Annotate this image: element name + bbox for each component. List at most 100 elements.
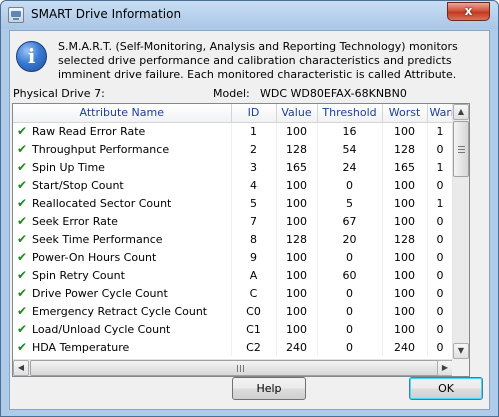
attribute-id: 9 [231, 248, 277, 266]
attribute-threshold: 0 [317, 176, 383, 194]
attribute-name: Load/Unload Cycle Count [32, 323, 171, 336]
grip-icon [237, 365, 244, 372]
attribute-name: Drive Power Cycle Count [32, 287, 168, 300]
attribute-threshold: 0 [317, 284, 383, 302]
column-header-id[interactable]: ID [231, 104, 277, 123]
attribute-worst: 100 [382, 302, 428, 320]
scroll-right-icon[interactable]: ▶ [437, 360, 453, 376]
table-row[interactable]: ✔ Emergency Retract Cycle Count C0 100 0 100 0 [13, 302, 454, 320]
drive-app-icon [8, 7, 24, 23]
vertical-scrollbar[interactable]: ▲ ▼ [452, 104, 469, 359]
table-row[interactable]: ✔ Reallocated Sector Count 5 100 5 100 1 [13, 194, 454, 212]
attribute-warranty: 0 [427, 140, 454, 158]
attribute-worst: 100 [382, 194, 428, 212]
attribute-id: 4 [231, 176, 277, 194]
attribute-warranty: 0 [427, 320, 454, 338]
attribute-value: 128 [276, 230, 318, 248]
attribute-worst: 100 [382, 248, 428, 266]
attribute-warranty: 0 [427, 338, 454, 356]
column-header-value[interactable]: Value [276, 104, 318, 123]
table-row[interactable]: ✔ HDA Temperature C2 240 0 240 0 [13, 338, 454, 356]
ok-button[interactable]: OK [409, 377, 483, 400]
attribute-warranty: 0 [427, 284, 454, 302]
ok-check-icon: ✔ [17, 160, 28, 174]
close-button[interactable]: x [447, 2, 490, 21]
attribute-rows: ✔ Raw Read Error Rate 1 100 16 100 1 ✔ Throughp… [13, 122, 454, 356]
attribute-worst: 100 [382, 176, 428, 194]
attribute-threshold: 0 [317, 302, 383, 320]
scroll-up-icon[interactable]: ▲ [453, 104, 469, 120]
attribute-value: 100 [276, 122, 318, 140]
help-button[interactable]: Help [232, 377, 306, 400]
table-row[interactable]: ✔ Start/Stop Count 4 100 0 100 0 [13, 176, 454, 194]
table-row[interactable]: ✔ Power-On Hours Count 9 100 0 100 0 [13, 248, 454, 266]
window-title: SMART Drive Information [31, 7, 182, 21]
ok-check-icon: ✔ [17, 178, 28, 192]
attribute-name: Emergency Retract Cycle Count [32, 305, 208, 318]
attribute-threshold: 67 [317, 212, 383, 230]
table-row[interactable]: ✔ Spin Retry Count A 100 60 100 0 [13, 266, 454, 284]
attribute-value: 100 [276, 248, 318, 266]
attribute-worst: 100 [382, 122, 428, 140]
attribute-worst: 100 [382, 320, 428, 338]
horizontal-scrollbar[interactable]: ◀ ▶ [13, 359, 453, 376]
scroll-corner [452, 359, 469, 376]
attribute-name: Seek Error Rate [32, 215, 118, 228]
attribute-value: 165 [276, 158, 318, 176]
column-header-worst[interactable]: Worst [382, 104, 428, 123]
title-bar[interactable]: SMART Drive Information x [1, 1, 498, 29]
table-row[interactable]: ✔ Seek Time Performance 8 128 20 128 0 [13, 230, 454, 248]
table-row[interactable]: ✔ Raw Read Error Rate 1 100 16 100 1 [13, 122, 454, 140]
attribute-threshold: 0 [317, 320, 383, 338]
table-row[interactable]: ✔ Load/Unload Cycle Count C1 100 0 100 0 [13, 320, 454, 338]
table-row[interactable]: ✔ Drive Power Cycle Count C 100 0 100 0 [13, 284, 454, 302]
horizontal-scroll-thumb[interactable] [30, 360, 450, 376]
attribute-value: 240 [276, 338, 318, 356]
column-header-threshold[interactable]: Threshold [317, 104, 383, 123]
scroll-left-icon[interactable]: ◀ [13, 360, 29, 376]
table-header-row: Attribute Name ID Value Threshold Worst … [13, 104, 454, 123]
ok-check-icon: ✔ [17, 268, 28, 282]
attribute-table: Attribute Name ID Value Threshold Worst … [13, 104, 454, 356]
attribute-warranty: 0 [427, 248, 454, 266]
table-row[interactable]: ✔ Spin Up Time 3 165 24 165 1 [13, 158, 454, 176]
attribute-warranty: 1 [427, 158, 454, 176]
attribute-name: Spin Up Time [32, 161, 105, 174]
attribute-name: Seek Time Performance [32, 233, 163, 246]
column-header-attribute-name[interactable]: Attribute Name [13, 104, 232, 123]
ok-check-icon: ✔ [17, 286, 28, 300]
attribute-warranty: 0 [427, 266, 454, 284]
ok-check-icon: ✔ [17, 322, 28, 336]
attribute-worst: 128 [382, 230, 428, 248]
column-header-warranty[interactable]: Warranty [427, 104, 454, 123]
ok-check-icon: ✔ [17, 304, 28, 318]
attribute-warranty: 0 [427, 212, 454, 230]
table-row[interactable]: ✔ Throughput Performance 2 128 54 128 0 [13, 140, 454, 158]
attribute-id: C2 [231, 338, 277, 356]
grip-icon [458, 146, 465, 153]
attribute-name: Throughput Performance [32, 143, 170, 156]
scroll-down-icon[interactable]: ▼ [453, 343, 469, 359]
ok-check-icon: ✔ [17, 250, 28, 264]
attribute-value: 100 [276, 320, 318, 338]
attribute-threshold: 60 [317, 266, 383, 284]
attribute-name: Power-On Hours Count [32, 251, 157, 264]
attribute-id: 7 [231, 212, 277, 230]
attribute-worst: 165 [382, 158, 428, 176]
attribute-value: 100 [276, 194, 318, 212]
table-row[interactable]: ✔ Seek Error Rate 7 100 67 100 0 [13, 212, 454, 230]
ok-check-icon: ✔ [17, 124, 28, 139]
attribute-threshold: 0 [317, 248, 383, 266]
attribute-warranty: 1 [427, 194, 454, 212]
ok-check-icon: ✔ [17, 214, 28, 228]
vertical-scroll-thumb[interactable] [453, 121, 469, 177]
attribute-worst: 100 [382, 284, 428, 302]
attribute-value: 100 [276, 176, 318, 194]
model-label: Model: [213, 87, 250, 100]
attribute-id: 2 [231, 140, 277, 158]
attribute-id: C0 [231, 302, 277, 320]
attribute-threshold: 24 [317, 158, 383, 176]
attribute-name: Start/Stop Count [32, 179, 124, 192]
attribute-list[interactable]: Attribute Name ID Value Threshold Worst … [12, 103, 470, 377]
attribute-worst: 100 [382, 266, 428, 284]
